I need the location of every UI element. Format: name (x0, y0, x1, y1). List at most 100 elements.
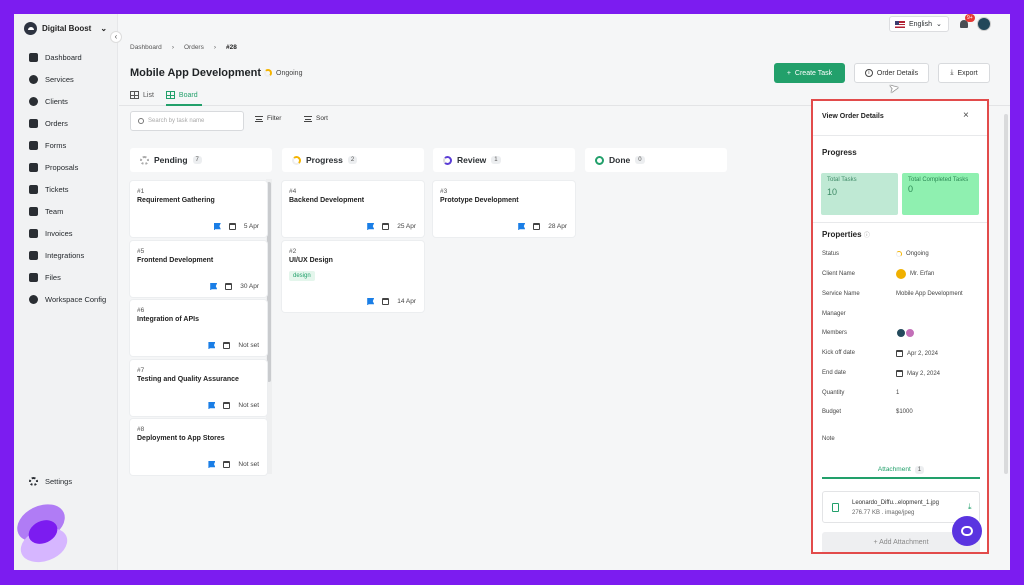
sidebar-item-label: Forms (45, 140, 67, 150)
page-scrollbar[interactable] (1004, 114, 1008, 474)
export-button[interactable]: ⤓ Export (938, 63, 990, 83)
column-count: 0 (635, 156, 645, 164)
order-details-button[interactable]: i Order Details (854, 63, 929, 83)
sidebar-item-services[interactable]: Services (29, 68, 106, 90)
close-icon[interactable]: × (963, 110, 969, 121)
task-card[interactable]: #6 Integration of APIs Not set (130, 300, 267, 356)
filter-button[interactable]: Filter (255, 115, 281, 122)
task-card[interactable]: #4 Backend Development 25 Apr (282, 181, 424, 237)
workspace-config-icon (29, 294, 38, 304)
sidebar-item-label: Settings (45, 477, 73, 486)
create-task-label: Create Task (794, 69, 833, 77)
property-label: Service Name (822, 291, 860, 297)
property-label: Quantity (822, 390, 845, 396)
chat-button[interactable] (952, 516, 982, 546)
sidebar-item-forms[interactable]: Forms (29, 134, 106, 156)
dashboard-icon (29, 52, 38, 62)
language-select[interactable]: English ⌄ (889, 16, 949, 32)
info-icon[interactable]: ⓘ (864, 233, 870, 239)
task-date: 28 Apr (548, 223, 567, 230)
download-icon: ⤓ (950, 69, 954, 76)
priority-flag-icon[interactable] (213, 223, 221, 230)
column-pending: Pending 7 (130, 148, 272, 172)
total-tasks-card: Total Tasks 10 (821, 173, 898, 215)
property-label: Budget (822, 409, 842, 415)
language-label: English (909, 20, 932, 28)
sort-button[interactable]: Sort (304, 115, 328, 122)
task-number: #6 (137, 307, 145, 314)
task-card[interactable]: #8 Deployment to App Stores Not set (130, 419, 267, 475)
sidebar-item-invoices[interactable]: Invoices (29, 222, 106, 244)
files-icon (29, 272, 38, 282)
calendar-icon (382, 298, 390, 305)
task-date: Not set (238, 342, 259, 349)
progress-status-icon (292, 155, 301, 165)
task-meta: Not set (208, 342, 259, 349)
calendar-icon (896, 370, 903, 377)
panel-title: View Order Details (822, 113, 884, 120)
priority-flag-icon[interactable] (208, 342, 216, 349)
task-card[interactable]: #7 Testing and Quality Assurance Not set (130, 360, 267, 416)
attachment-count: 1 (914, 466, 925, 474)
sort-label: Sort (316, 115, 328, 122)
progress-heading: Progress (822, 148, 857, 157)
brand-name: Digital Boost (42, 24, 92, 33)
create-task-button[interactable]: + Create Task (774, 63, 845, 83)
priority-flag-icon[interactable] (518, 223, 526, 230)
sidebar-item-dashboard[interactable]: Dashboard (29, 46, 106, 68)
task-number: #5 (137, 248, 145, 255)
property-kickoff: Apr 2, 2024 (896, 350, 938, 357)
sidebar-item-clients[interactable]: Clients (29, 90, 106, 112)
sidebar-item-workspace-config[interactable]: Workspace Config (29, 288, 106, 310)
search-input[interactable]: Search by task name (130, 111, 244, 131)
sidebar-item-settings[interactable]: Settings (29, 477, 72, 486)
tab-list[interactable]: List (130, 91, 154, 99)
sidebar-item-team[interactable]: Team (29, 200, 106, 222)
pending-status-icon (140, 155, 149, 165)
task-card[interactable]: #5 Frontend Development 30 Apr (130, 241, 267, 297)
sidebar-item-orders[interactable]: Orders (29, 112, 106, 134)
breadcrumb-current: #28 (226, 44, 237, 51)
sidebar-item-label: Invoices (45, 228, 73, 238)
property-value: Apr 2, 2024 (907, 350, 939, 357)
column-count: 2 (347, 156, 358, 164)
integrations-icon (29, 250, 38, 260)
ongoing-status-icon (264, 69, 272, 77)
task-card[interactable]: #1 Requirement Gathering 5 Apr (130, 181, 267, 237)
breadcrumb-dashboard[interactable]: Dashboard (130, 44, 162, 51)
forms-icon (29, 140, 38, 150)
total-tasks-label: Total Tasks (827, 177, 857, 183)
download-icon[interactable]: ⤓ (968, 502, 972, 512)
tab-board[interactable]: Board (165, 91, 198, 99)
priority-flag-icon[interactable] (210, 283, 218, 290)
attachment-file[interactable]: Leonardo_Diffu...elopment_1.jpg 276.77 K… (822, 491, 980, 523)
priority-flag-icon[interactable] (367, 298, 375, 305)
task-card[interactable]: #2 UI/UX Design design 14 Apr (282, 241, 424, 312)
collapse-sidebar-button[interactable]: ‹ (110, 31, 122, 43)
task-meta: 5 Apr (213, 223, 259, 230)
property-label: Members (822, 330, 848, 336)
calendar-icon (223, 342, 231, 349)
sidebar-item-label: Workspace Config (45, 294, 107, 304)
sidebar-item-proposals[interactable]: Proposals (29, 156, 106, 178)
property-label: Manager (822, 311, 846, 317)
task-date: 25 Apr (397, 223, 416, 230)
sidebar-item-label: Team (45, 206, 64, 216)
sidebar-item-tickets[interactable]: Tickets (29, 178, 106, 200)
pending-scrollbar[interactable] (267, 182, 271, 382)
calendar-icon (223, 402, 231, 409)
breadcrumb-orders[interactable]: Orders (184, 44, 204, 51)
sidebar-item-integrations[interactable]: Integrations (29, 244, 106, 266)
user-avatar[interactable] (977, 17, 991, 31)
sidebar-item-files[interactable]: Files (29, 266, 106, 288)
priority-flag-icon[interactable] (367, 223, 375, 230)
priority-flag-icon[interactable] (208, 461, 216, 468)
priority-flag-icon[interactable] (208, 402, 216, 409)
tab-attachment[interactable]: Attachment 1 (822, 461, 980, 479)
workspace-switcher[interactable]: Digital Boost ⌄ (24, 22, 107, 35)
task-name: Backend Development (289, 197, 365, 204)
calendar-icon (225, 283, 233, 290)
property-value: Ongoing (906, 251, 929, 257)
task-card[interactable]: #3 Prototype Development 28 Apr (433, 181, 575, 237)
member-avatar[interactable] (905, 328, 915, 338)
